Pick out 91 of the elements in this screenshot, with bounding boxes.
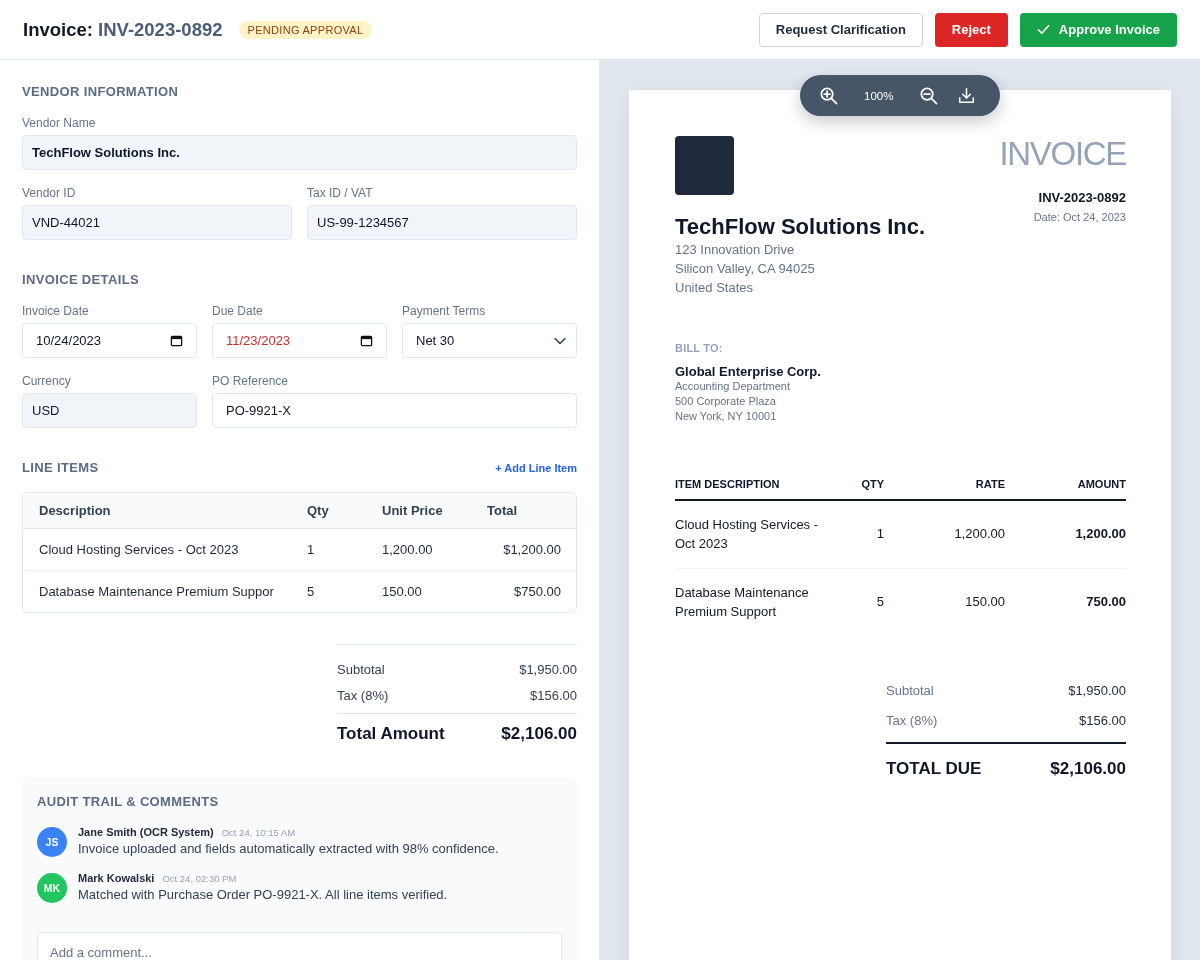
field-label: Vendor Name bbox=[22, 116, 97, 130]
totals-label: Subtotal bbox=[337, 662, 385, 678]
page-title: Invoice: INV-2023-0892 bbox=[23, 17, 223, 42]
zoom-in-icon[interactable] bbox=[819, 86, 838, 105]
column-header: QTY bbox=[835, 477, 884, 500]
totals-value: $156.00 bbox=[530, 688, 577, 704]
check-icon bbox=[1036, 23, 1050, 36]
invoice-number: INV-2023-0892 bbox=[1038, 190, 1126, 206]
column-header: Qty bbox=[291, 493, 366, 529]
table-cell: 1,200.00 bbox=[366, 528, 471, 571]
address-line: New York, NY 10001 bbox=[675, 409, 778, 424]
totals-value: $1,950.00 bbox=[1068, 683, 1126, 699]
table-cell: Cloud Hosting Services - Oct 2023 bbox=[675, 500, 835, 569]
table-cell: Database Maintenance Premium Suppor bbox=[23, 570, 291, 612]
totals-value: $156.00 bbox=[1079, 713, 1126, 729]
vendor-name: TechFlow Solutions Inc. bbox=[675, 214, 926, 240]
logo-placeholder bbox=[675, 136, 734, 195]
table-cell: 5 bbox=[835, 568, 884, 636]
field-label: Payment Terms bbox=[402, 304, 487, 318]
address-line: Silicon Valley, CA 94025 bbox=[675, 260, 816, 278]
zoom-level: 100% bbox=[864, 88, 894, 103]
field-label: Vendor ID bbox=[22, 186, 77, 200]
calendar-icon[interactable] bbox=[360, 334, 373, 347]
totals-label: Tax (8%) bbox=[337, 688, 389, 704]
table-cell: 150.00 bbox=[884, 568, 1005, 636]
calendar-icon[interactable] bbox=[170, 334, 183, 347]
table-cell: 1,200.00 bbox=[1005, 500, 1126, 569]
input-field[interactable]: USD bbox=[22, 393, 197, 428]
caret-icon bbox=[554, 336, 566, 345]
section-title: AUDIT TRAIL & COMMENTS bbox=[37, 794, 220, 810]
status-badge: PENDING APPROVAL bbox=[238, 20, 373, 39]
total-label: Total Amount bbox=[337, 724, 445, 744]
date-field[interactable]: 10/24/2023 bbox=[22, 323, 197, 358]
field-label: Due Date bbox=[212, 304, 264, 318]
avatar: JS bbox=[37, 826, 67, 857]
download-icon[interactable] bbox=[958, 87, 976, 104]
comment-author: Mark Kowalski bbox=[78, 871, 155, 885]
bill-to-heading: BILL TO: bbox=[675, 341, 724, 355]
field-label: Tax ID / VAT bbox=[307, 186, 374, 200]
total-label: TOTAL DUE bbox=[886, 759, 982, 779]
document-title: INVOICE bbox=[999, 136, 1126, 172]
dropdown-field[interactable]: Net 30 bbox=[402, 323, 577, 358]
date-field[interactable]: 11/23/2023 bbox=[212, 323, 387, 358]
avatar: MK bbox=[37, 872, 67, 903]
add-line-item-link[interactable]: + Add Line Item bbox=[495, 462, 577, 474]
input-field[interactable]: VND-44021 bbox=[22, 205, 292, 240]
invoice-date: Date: Oct 24, 2023 bbox=[1033, 210, 1126, 224]
table-cell: 1 bbox=[291, 528, 366, 571]
table-cell: $1,200.00 bbox=[471, 528, 576, 571]
table-cell: $750.00 bbox=[471, 570, 576, 612]
column-header: RATE bbox=[884, 477, 1005, 500]
table-cell: Database Maintenance Premium Support bbox=[675, 568, 835, 636]
customer-name: Global Enterprise Corp. bbox=[675, 365, 822, 379]
table-cell: 1 bbox=[835, 500, 884, 569]
reject-button[interactable]: Reject bbox=[934, 12, 1008, 47]
zoom-out-icon[interactable] bbox=[919, 86, 939, 105]
address-line: Accounting Department bbox=[675, 379, 791, 394]
comment-input-field[interactable]: Add a comment... bbox=[37, 932, 562, 960]
totals-label: Subtotal bbox=[886, 683, 934, 699]
input-field[interactable]: US-99-1234567 bbox=[307, 205, 577, 240]
comment-text: Matched with Purchase Order PO-9921-X. All line items verified. bbox=[78, 886, 448, 904]
section-title: VENDOR INFORMATION bbox=[22, 84, 180, 100]
column-header: Description bbox=[23, 493, 291, 529]
field-label: Invoice Date bbox=[22, 304, 90, 318]
comment-text: Invoice uploaded and fields automatically extracted with 98% confidence. bbox=[78, 840, 499, 858]
address-line: 500 Corporate Plaza bbox=[675, 394, 777, 409]
table-cell: 1,200.00 bbox=[884, 500, 1005, 569]
totals-value: $1,950.00 bbox=[519, 662, 577, 678]
table-cell: 150.00 bbox=[366, 570, 471, 612]
table-cell: 750.00 bbox=[1005, 568, 1126, 636]
column-header: Unit Price bbox=[366, 493, 471, 529]
column-header: AMOUNT bbox=[1005, 477, 1126, 500]
section-title: INVOICE DETAILS bbox=[22, 272, 140, 288]
table-cell: Cloud Hosting Services - Oct 2023 bbox=[23, 528, 291, 571]
comment-time: Oct 24, 02:30 PM bbox=[162, 872, 237, 886]
input-field[interactable]: PO-9921-X bbox=[212, 393, 577, 428]
field-label: PO Reference bbox=[212, 374, 290, 388]
comment-time: Oct 24, 10:15 AM bbox=[221, 826, 296, 840]
section-title: LINE ITEMS bbox=[22, 460, 99, 476]
column-header: ITEM DESCRIPTION bbox=[675, 477, 835, 500]
address-line: United States bbox=[675, 279, 755, 297]
column-header: Total bbox=[471, 493, 576, 529]
secondary-button[interactable]: Request Clarification bbox=[758, 12, 923, 47]
total-value: $2,106.00 bbox=[501, 724, 577, 744]
table-cell: 5 bbox=[291, 570, 366, 612]
comment-author: Jane Smith (OCR System) bbox=[78, 825, 214, 839]
input-field[interactable]: TechFlow Solutions Inc. bbox=[22, 135, 577, 170]
address-line: 123 Innovation Drive bbox=[675, 241, 796, 259]
totals-label: Tax (8%) bbox=[886, 713, 938, 729]
field-label: Currency bbox=[22, 374, 72, 388]
total-value: $2,106.00 bbox=[1050, 759, 1126, 779]
